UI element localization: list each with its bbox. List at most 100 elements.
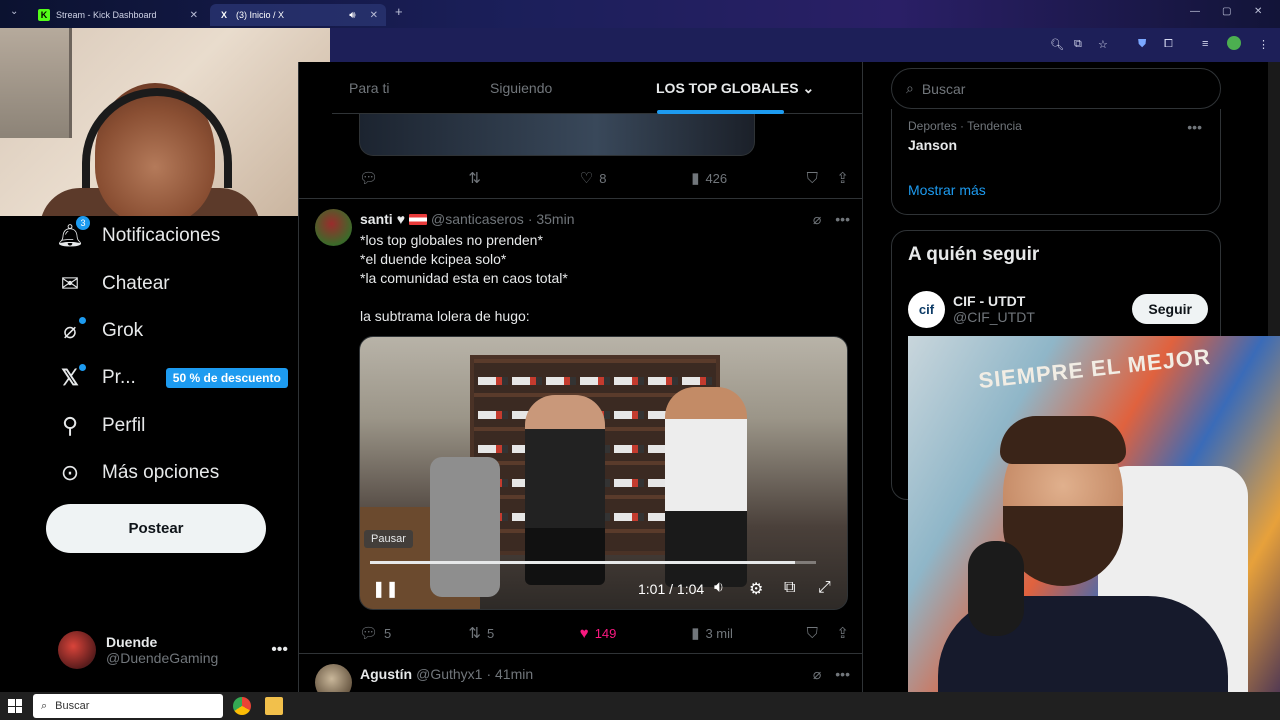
- bookmark-button[interactable]: ⛉: [807, 170, 837, 187]
- search-placeholder: Buscar: [921, 80, 966, 97]
- chrome-taskbar-icon[interactable]: [233, 697, 251, 715]
- tab-siguiendo[interactable]: Siguiendo: [490, 80, 552, 96]
- tweet-line: la subtrama lolera de hugo:: [360, 308, 530, 324]
- nav-notifications[interactable]: 🔔︎ 3 Notificaciones: [56, 216, 220, 248]
- speaker-icon[interactable]: 🔊︎: [349, 10, 355, 21]
- tweet-time[interactable]: · 35min: [528, 211, 575, 227]
- windows-start-icon[interactable]: [8, 699, 22, 713]
- minimize-icon[interactable]: —: [1190, 6, 1200, 17]
- reply-count: 5: [384, 625, 392, 641]
- pip-icon[interactable]: ⧉: [784, 579, 795, 597]
- extension-shield-icon[interactable]: ⛊: [1138, 38, 1146, 51]
- tweet-time[interactable]: · 41min: [486, 666, 533, 682]
- tab-list-chevron-icon[interactable]: ⌄: [10, 6, 18, 17]
- new-tab-icon[interactable]: +: [395, 4, 403, 19]
- media-control-icon[interactable]: ≡: [1202, 38, 1208, 50]
- nav-premium[interactable]: 𝕏 Pr... 50 % de descuento: [58, 364, 288, 390]
- bookmark-star-icon[interactable]: ☆: [1098, 38, 1108, 51]
- account-handle: @DuendeGaming: [106, 650, 219, 666]
- nav-chat[interactable]: ✉︎ Chatear: [58, 271, 170, 296]
- views-bar-icon: ▮: [691, 170, 700, 187]
- tweet-author-handle[interactable]: @Guthyx1: [416, 666, 482, 682]
- browser-tab-kick[interactable]: K Stream - Kick Dashboard ✕: [30, 4, 206, 26]
- reply-button[interactable]: 💬︎ 5: [359, 624, 468, 642]
- pause-icon[interactable]: ❚❚: [372, 579, 399, 599]
- left-navigation: 🔔︎ 3 Notificaciones ✉︎ Chatear ⌀ Grok 𝕏 P…: [0, 216, 298, 692]
- tweet-line: *los top globales no prenden*: [360, 232, 543, 248]
- trend-category: Deportes · Tendencia: [908, 119, 1022, 133]
- post-button[interactable]: Postear: [46, 504, 266, 553]
- settings-gear-icon[interactable]: ⚙︎: [749, 579, 763, 599]
- more-horizontal-icon[interactable]: •••: [835, 211, 850, 228]
- tweet-author-handle[interactable]: @santicaseros: [431, 211, 524, 227]
- browser-tab-title: (3) Inicio / X: [236, 10, 285, 20]
- retweet-icon: ⇅: [468, 170, 481, 187]
- maximize-icon[interactable]: ▢: [1222, 6, 1231, 17]
- taskbar-search-input[interactable]: ⌕ Buscar: [33, 694, 223, 718]
- follow-button[interactable]: Seguir: [1132, 294, 1208, 324]
- close-tab-icon[interactable]: ✕: [190, 10, 198, 21]
- video-progress-bar[interactable]: [370, 561, 816, 564]
- unread-dot: [79, 317, 86, 324]
- nav-label: Chatear: [102, 273, 170, 294]
- nav-profile[interactable]: ⚲ Perfil: [58, 413, 145, 438]
- suggestion-handle: @CIF_UTDT: [953, 309, 1035, 325]
- like-count: 8: [599, 170, 607, 186]
- more-horizontal-icon[interactable]: •••: [835, 666, 850, 683]
- retweet-icon: ⇅: [468, 625, 481, 642]
- browser-toolbar: 🔍︎ ⧉ ☆ ⛊ ⧠ ≡ ⋮: [330, 28, 1280, 62]
- views-bar-icon: ▮: [691, 625, 700, 642]
- account-switcher[interactable]: Duende @DuendeGaming •••: [58, 630, 288, 670]
- tweet[interactable]: Agustín @Guthyx1 · 41min ⌀ •••: [299, 654, 862, 692]
- unread-dot: [79, 364, 86, 371]
- volume-icon[interactable]: 🔉︎: [714, 579, 724, 597]
- follow-suggestion[interactable]: cif CIF - UTDT @CIF_UTDT Seguir: [908, 289, 1208, 329]
- more-horizontal-icon[interactable]: •••: [1187, 119, 1202, 135]
- avatar: [58, 631, 96, 669]
- share-button[interactable]: ⇪: [836, 169, 849, 187]
- tweet-actions: 💬︎ 5 ⇅ 5 ♥ 149 ▮ 3 mil ⛉ ⇪: [359, 623, 849, 643]
- search-icon: ⌕: [906, 80, 914, 96]
- tweet-author-name[interactable]: santi: [360, 211, 393, 227]
- grok-icon[interactable]: ⌀: [813, 666, 821, 683]
- fullscreen-icon[interactable]: ⤢: [818, 579, 831, 597]
- close-tab-icon[interactable]: ✕: [370, 10, 378, 21]
- browser-menu-icon[interactable]: ⋮: [1258, 38, 1269, 51]
- extensions-puzzle-icon[interactable]: ⧠: [1164, 38, 1173, 51]
- notification-count-badge: 3: [76, 216, 90, 230]
- tweet-line: *el duende kcipea solo*: [360, 251, 507, 267]
- more-horizontal-icon[interactable]: •••: [271, 641, 288, 659]
- avatar[interactable]: [315, 664, 352, 692]
- webcam-overlay-right: SIEMPRE EL MEJOR: [908, 336, 1280, 720]
- views-button[interactable]: ▮ 426: [691, 169, 806, 187]
- nav-grok[interactable]: ⌀ Grok: [58, 317, 143, 343]
- tab-los-top-globales[interactable]: LOS TOP GLOBALES ⌄: [656, 80, 814, 97]
- tab-para-ti[interactable]: Para ti: [349, 80, 389, 96]
- nav-more-options[interactable]: ⊙ Más opciones: [58, 460, 219, 485]
- bookmark-button[interactable]: ⛉: [807, 625, 837, 642]
- previous-tweet-actions: 💬︎ ⇅ ♡ 8 ▮ 426 ⛉ ⇪: [359, 168, 849, 188]
- file-explorer-taskbar-icon[interactable]: [265, 697, 283, 715]
- share-button[interactable]: ⇪: [836, 624, 849, 642]
- like-button[interactable]: ♥ 149: [580, 625, 691, 642]
- tweet-author-name[interactable]: Agustín: [360, 666, 412, 682]
- profile-avatar-icon[interactable]: [1227, 36, 1241, 50]
- like-button[interactable]: ♡ 8: [580, 169, 691, 187]
- reply-button[interactable]: 💬︎: [359, 169, 468, 187]
- zoom-icon[interactable]: 🔍︎: [1050, 38, 1064, 51]
- previous-tweet-media[interactable]: [359, 114, 755, 156]
- search-input[interactable]: ⌕ Buscar: [891, 68, 1221, 109]
- views-button[interactable]: ▮ 3 mil: [691, 624, 806, 642]
- browser-tab-x[interactable]: X (3) Inicio / X 🔊︎ ✕: [210, 4, 386, 26]
- tweet-video-player[interactable]: Pausar ❚❚ 1:01 / 1:04 🔉︎ ⚙︎ ⧉ ⤢: [359, 336, 848, 610]
- retweet-button[interactable]: ⇅ 5: [468, 624, 579, 642]
- show-more-link[interactable]: Mostrar más: [908, 182, 986, 198]
- close-window-icon[interactable]: ✕: [1254, 6, 1262, 17]
- avatar[interactable]: [315, 209, 352, 246]
- retweet-button[interactable]: ⇅: [468, 169, 579, 187]
- trend-name[interactable]: Janson: [908, 137, 957, 153]
- grok-icon[interactable]: ⌀: [813, 211, 821, 228]
- cast-icon[interactable]: ⧉: [1074, 38, 1082, 51]
- more-circle-icon: ⊙: [60, 460, 80, 485]
- x-favicon-icon: X: [220, 10, 227, 20]
